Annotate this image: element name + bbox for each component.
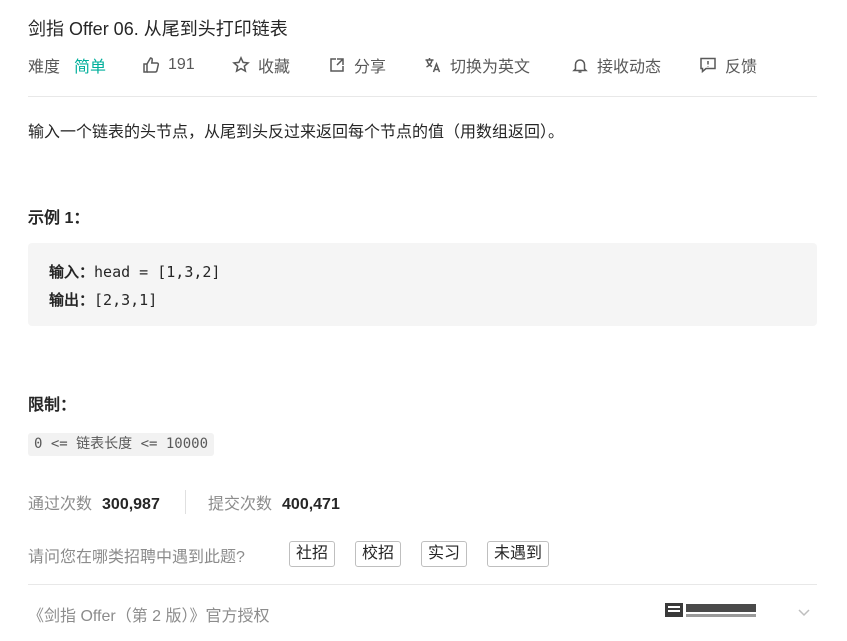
favorite-button[interactable]: 收藏 [232,52,290,78]
authorization-text: 《剑指 Offer（第 2 版）》官方授权 [28,608,270,625]
problem-toolbar: 难度 简单 191 收藏 分享 切换为英文 接收动态 反馈 [28,52,808,78]
accepted-stat: 通过次数 300,987 [28,490,160,514]
difficulty: 难度 简单 [28,52,106,78]
example-input-label: 输入： [49,263,95,281]
publisher-logo [665,603,756,617]
feedback-icon [699,56,717,74]
difficulty-label: 难度 [28,59,61,76]
thumbs-up-icon [142,56,160,74]
star-icon [232,56,250,74]
example-input-value: head = [1,3,2] [94,263,221,281]
favorite-label: 收藏 [258,59,291,76]
tag-internship[interactable]: 实习 [421,541,468,567]
tag-campus-hiring[interactable]: 校招 [355,541,402,567]
problem-title: 剑指 Offer 06. 从尾到头打印链表 [28,19,288,39]
notify-button[interactable]: 接收动态 [571,52,661,78]
problem-page: 剑指 Offer 06. 从尾到头打印链表 难度 简单 191 收藏 分享 切换… [0,0,847,641]
accepted-label: 通过次数 [28,496,93,513]
share-button[interactable]: 分享 [328,52,386,78]
footer-divider [28,584,817,585]
translate-icon [424,56,442,74]
like-button[interactable]: 191 [142,52,195,78]
example-block: 输入：head = [1,3,2] 输出：[2,3,1] [28,243,817,326]
bell-icon [571,56,589,74]
tag-social-hiring[interactable]: 社招 [289,541,336,567]
submitted-count: 400,471 [282,496,340,513]
translate-button[interactable]: 切换为英文 [424,52,530,78]
notify-label: 接收动态 [597,59,662,76]
feedback-label: 反馈 [725,59,758,76]
stats-divider [185,490,186,514]
submitted-stat: 提交次数 400,471 [208,490,340,514]
share-label: 分享 [354,59,387,76]
limit-heading: 限制： [28,397,77,414]
difficulty-badge: 简单 [74,59,107,76]
like-count: 191 [168,56,195,73]
example-output-value: [2,3,1] [94,291,158,309]
accepted-count: 300,987 [102,496,160,513]
share-icon [328,56,346,74]
feedback-button[interactable]: 反馈 [699,52,757,78]
constraint-code: 0 <= 链表长度 <= 10000 [28,433,215,456]
submitted-label: 提交次数 [208,496,273,513]
example-output-label: 输出： [49,291,95,309]
example-heading: 示例 1： [28,210,90,227]
chevron-down-icon[interactable] [796,604,812,620]
translate-label: 切换为英文 [450,59,531,76]
example-input-line: 输入：head = [1,3,2] [49,261,220,282]
problem-description: 输入一个链表的头节点，从尾到头反过来返回每个节点的值（用数组返回）。 [28,124,565,141]
example-output-line: 输出：[2,3,1] [49,289,157,310]
header-divider [28,96,817,97]
interview-question: 请问您在哪类招聘中遇到此题? [28,549,245,566]
tag-not-encountered[interactable]: 未遇到 [487,541,550,567]
